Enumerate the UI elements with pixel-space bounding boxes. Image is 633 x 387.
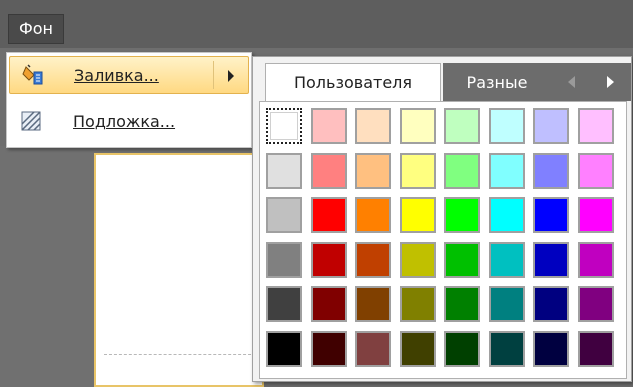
color-swatch[interactable] [355, 286, 391, 322]
color-swatch[interactable] [444, 241, 480, 278]
color-swatch[interactable] [444, 330, 480, 367]
color-swatch[interactable] [355, 197, 391, 233]
color-swatch[interactable] [355, 330, 391, 367]
color-swatch[interactable] [444, 197, 480, 233]
tab-custom[interactable]: Пользователя [265, 63, 441, 101]
color-swatch[interactable] [577, 241, 614, 278]
menu-bar: Фон [0, 0, 633, 48]
menu-item-background-label: Подложка... [73, 111, 176, 131]
color-swatch[interactable] [355, 241, 391, 278]
color-swatch[interactable] [533, 330, 569, 367]
color-swatch[interactable] [399, 286, 436, 322]
color-swatch[interactable] [310, 241, 347, 278]
color-swatch[interactable] [399, 152, 436, 189]
color-swatch[interactable] [399, 108, 436, 144]
submenu-arrow-icon [228, 70, 234, 82]
chevron-right-icon [606, 76, 614, 88]
color-swatch[interactable] [310, 286, 347, 322]
color-swatch[interactable] [310, 108, 347, 144]
color-swatch[interactable] [355, 108, 391, 144]
palette-tab-bar: Пользователя Разные [253, 57, 631, 101]
color-swatch[interactable] [577, 152, 614, 189]
color-palette-panel: Пользователя Разные [252, 56, 632, 382]
fon-dropdown-menu: Заливка... Подложка... [6, 52, 252, 148]
color-swatch[interactable] [266, 286, 302, 322]
color-swatch[interactable] [577, 197, 614, 233]
color-swatch[interactable] [533, 197, 569, 233]
color-swatch[interactable] [310, 197, 347, 233]
color-swatch[interactable] [533, 241, 569, 278]
color-swatch[interactable] [444, 108, 480, 144]
color-swatch[interactable] [399, 330, 436, 367]
color-swatch[interactable] [577, 330, 614, 367]
color-swatch[interactable] [399, 197, 436, 233]
color-swatch[interactable] [577, 108, 614, 144]
menu-fon[interactable]: Фон [8, 14, 64, 44]
color-swatch[interactable] [488, 152, 525, 189]
color-swatch[interactable] [533, 286, 569, 322]
color-swatch[interactable] [488, 286, 525, 322]
color-swatch[interactable] [488, 330, 525, 367]
color-swatch[interactable] [444, 152, 480, 189]
tab-misc[interactable]: Разные [443, 63, 551, 101]
color-swatch[interactable] [266, 330, 302, 367]
color-swatch[interactable] [266, 152, 302, 189]
color-swatch[interactable] [266, 241, 302, 278]
color-swatch[interactable] [488, 197, 525, 233]
color-swatch[interactable] [266, 108, 302, 144]
color-swatch[interactable] [399, 241, 436, 278]
submenu-separator [213, 61, 214, 89]
color-swatch[interactable] [444, 286, 480, 322]
document-page[interactable] [94, 153, 264, 387]
color-swatch[interactable] [577, 286, 614, 322]
color-swatch[interactable] [266, 197, 302, 233]
paint-bucket-icon [20, 63, 44, 87]
color-swatch[interactable] [533, 152, 569, 189]
color-swatch[interactable] [488, 241, 525, 278]
chevron-left-icon [567, 76, 575, 88]
menu-item-fill[interactable]: Заливка... [9, 56, 249, 94]
color-swatch[interactable] [355, 152, 391, 189]
page-margin-guide [104, 354, 256, 355]
color-swatch[interactable] [310, 330, 347, 367]
color-swatch[interactable] [488, 108, 525, 144]
background-pattern-icon [19, 109, 43, 133]
color-swatch[interactable] [310, 152, 347, 189]
color-swatch-grid [259, 101, 627, 379]
menu-item-fill-label: Заливка... [74, 65, 159, 85]
tab-prev-button[interactable] [551, 63, 591, 101]
color-swatch[interactable] [533, 108, 569, 144]
menu-item-background[interactable]: Подложка... [9, 102, 249, 140]
tab-next-button[interactable] [589, 63, 631, 101]
